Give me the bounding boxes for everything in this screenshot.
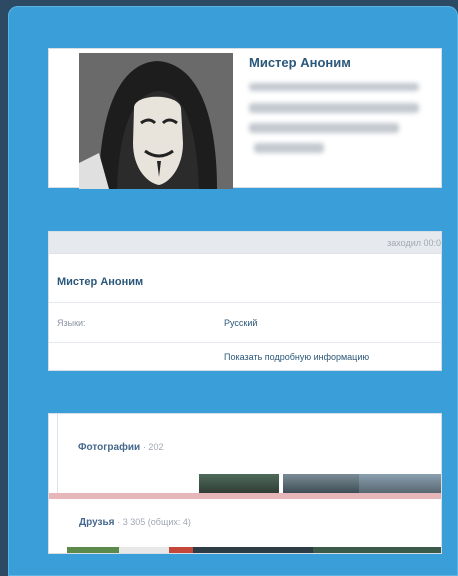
friend-avatar[interactable]	[193, 547, 313, 553]
blurred-info-3	[254, 143, 324, 153]
blurred-info-1	[249, 103, 419, 113]
profile-card: Мистер Аноним	[48, 48, 442, 189]
info-name[interactable]: Мистер Аноним	[57, 276, 143, 288]
photo-thumb[interactable]	[283, 474, 359, 494]
info-card: заходил 00:0 Мистер Аноним Языки: Русски…	[48, 231, 442, 371]
friend-avatar[interactable]	[313, 547, 441, 553]
photo-thumb[interactable]	[359, 474, 441, 494]
friends-label: Друзья	[79, 517, 115, 528]
language-label: Языки:	[57, 318, 86, 328]
friend-avatar[interactable]	[169, 547, 193, 553]
divider	[49, 302, 441, 303]
friend-avatar[interactable]	[119, 547, 169, 553]
language-value[interactable]: Русский	[224, 318, 257, 328]
app-frame: Мистер Аноним заходил 00:0 Мистер Аноним…	[8, 6, 458, 576]
photos-label: Фотографии	[78, 442, 141, 453]
friends-header[interactable]: Друзья · 3 305 (общих: 4)	[79, 517, 191, 528]
anonymous-mask-icon	[79, 53, 233, 189]
profile-avatar[interactable]	[79, 53, 233, 189]
photos-strip[interactable]	[199, 474, 441, 494]
photos-count: · 202	[142, 442, 164, 452]
show-details-link[interactable]: Показать подробную информацию	[224, 352, 369, 362]
last-seen-bar: заходил 00:0	[49, 232, 441, 254]
blurred-info-2	[249, 123, 399, 133]
divider	[49, 342, 441, 343]
friend-avatar[interactable]	[67, 547, 119, 553]
photos-header[interactable]: Фотографии · 202	[78, 442, 163, 453]
divider-highlight	[49, 493, 441, 499]
blurred-status	[249, 83, 419, 91]
friends-count: · 3 305 (общих: 4)	[117, 517, 191, 527]
friends-strip[interactable]	[67, 547, 441, 553]
profile-name[interactable]: Мистер Аноним	[249, 55, 351, 70]
sections-card: Фотографии · 202 Друзья · 3 305 (общих: …	[48, 413, 442, 554]
photo-thumb[interactable]	[199, 474, 279, 494]
